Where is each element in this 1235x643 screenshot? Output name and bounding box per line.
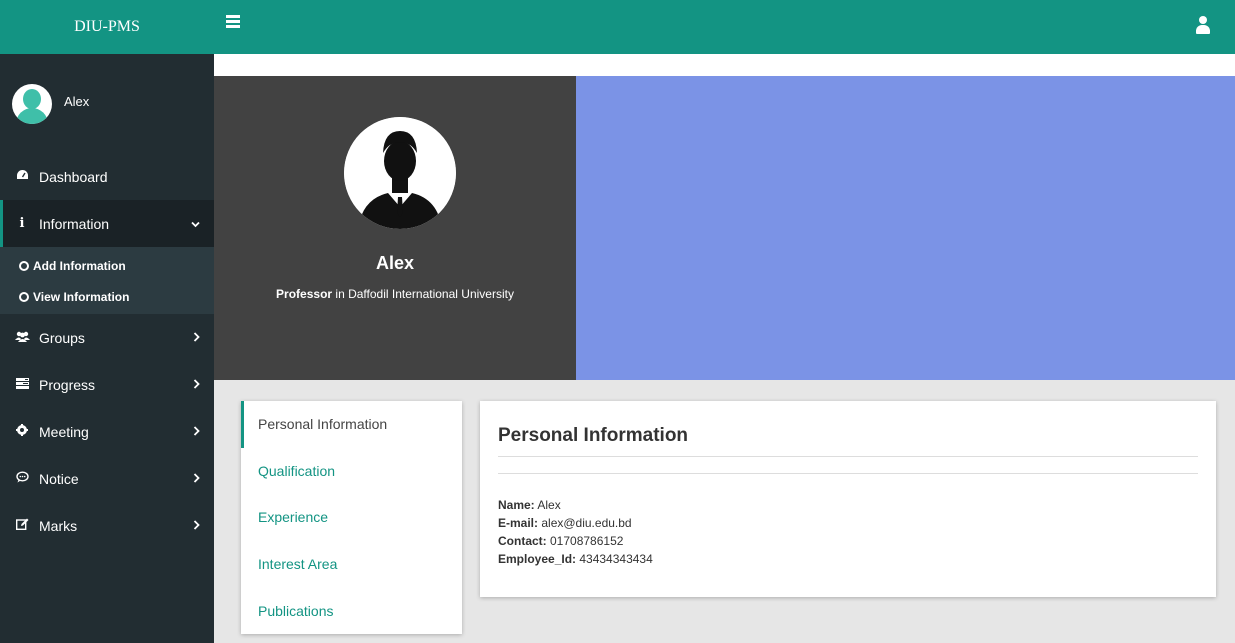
sidebar-item-marks[interactable]: Marks bbox=[0, 502, 214, 549]
sidebar-item-dashboard[interactable]: Dashboard bbox=[0, 153, 214, 200]
tab-publications[interactable]: Publications bbox=[241, 587, 462, 634]
section-title: Personal Information bbox=[498, 425, 689, 446]
information-submenu: Add Information View Information bbox=[0, 247, 214, 314]
user-icon[interactable] bbox=[1196, 16, 1210, 34]
sidebar-item-label: Information bbox=[39, 215, 110, 232]
meeting-icon bbox=[13, 424, 31, 439]
sidebar-item-label: Notice bbox=[39, 470, 79, 487]
profile-photo bbox=[344, 117, 456, 229]
sidebar-item-label: Progress bbox=[39, 376, 96, 393]
sidebar-item-label: Dashboard bbox=[39, 168, 108, 185]
field-contact: Contact: 01708786152 bbox=[498, 534, 624, 548]
users-icon bbox=[13, 331, 31, 345]
field-employee-id: Employee_Id: 43434343434 bbox=[498, 552, 653, 566]
profile-tabs: Personal Information Qualification Exper… bbox=[241, 401, 462, 634]
info-fields: Name: Alex E-mail: alex@diu.edu.bd Conta… bbox=[498, 496, 653, 568]
hamburger-menu-icon[interactable] bbox=[226, 15, 240, 28]
submenu-item-view-information[interactable]: View Information bbox=[0, 281, 214, 312]
submenu-item-label: Add Information bbox=[33, 258, 126, 273]
sidebar-item-information[interactable]: i Information bbox=[0, 200, 214, 247]
profile-institution: in Daffodil International University bbox=[332, 287, 514, 301]
chevron-right-icon bbox=[193, 425, 200, 439]
tab-experience[interactable]: Experience bbox=[241, 494, 462, 541]
cover-banner bbox=[576, 76, 1235, 380]
field-email: E-mail: alex@diu.edu.bd bbox=[498, 516, 632, 530]
tab-interest-area[interactable]: Interest Area bbox=[241, 541, 462, 588]
sidebar-item-notice[interactable]: Notice bbox=[0, 455, 214, 502]
edit-icon bbox=[13, 518, 31, 533]
chevron-down-icon bbox=[191, 217, 200, 231]
chevron-right-icon bbox=[193, 472, 200, 486]
dashboard-icon bbox=[13, 169, 31, 184]
circle-icon bbox=[19, 291, 29, 302]
sidebar-user-name: Alex bbox=[64, 93, 90, 109]
profile-role: Professor in Daffodil International Univ… bbox=[214, 287, 576, 301]
info-icon: i bbox=[19, 216, 25, 231]
personal-info-card: Personal Information Name: Alex E-mail: … bbox=[480, 401, 1216, 597]
profile-card: Alex Professor in Daffodil International… bbox=[214, 76, 576, 380]
chevron-right-icon bbox=[193, 331, 200, 345]
comment-icon bbox=[13, 471, 31, 486]
sidebar-item-progress[interactable]: Progress bbox=[0, 361, 214, 408]
sidebar-item-label: Groups bbox=[39, 329, 85, 346]
submenu-item-label: View Information bbox=[33, 289, 130, 304]
field-name: Name: Alex bbox=[498, 498, 561, 512]
divider bbox=[498, 456, 1198, 457]
tab-qualification[interactable]: Qualification bbox=[241, 448, 462, 495]
sidebar-item-groups[interactable]: Groups bbox=[0, 314, 214, 361]
submenu-item-add-information[interactable]: Add Information bbox=[0, 250, 214, 281]
profile-title: Professor bbox=[276, 287, 333, 301]
tasks-icon bbox=[13, 377, 31, 392]
sidebar: DIU-PMS Alex Dashboard i Information Add… bbox=[0, 0, 214, 643]
tab-personal-information[interactable]: Personal Information bbox=[241, 401, 462, 448]
top-navbar bbox=[214, 0, 1235, 54]
chevron-right-icon bbox=[193, 378, 200, 392]
sidebar-item-meeting[interactable]: Meeting bbox=[0, 408, 214, 455]
user-avatar-icon bbox=[12, 84, 52, 124]
profile-name: Alex bbox=[375, 253, 415, 273]
circle-icon bbox=[19, 260, 29, 271]
divider bbox=[498, 473, 1198, 474]
main-content: Personal Information Qualification Exper… bbox=[214, 380, 1235, 643]
app-brand[interactable]: DIU-PMS bbox=[0, 0, 214, 54]
sidebar-item-label: Marks bbox=[39, 517, 78, 534]
sidebar-item-label: Meeting bbox=[39, 423, 89, 440]
user-panel: Alex bbox=[0, 54, 214, 154]
chevron-right-icon bbox=[193, 519, 200, 533]
